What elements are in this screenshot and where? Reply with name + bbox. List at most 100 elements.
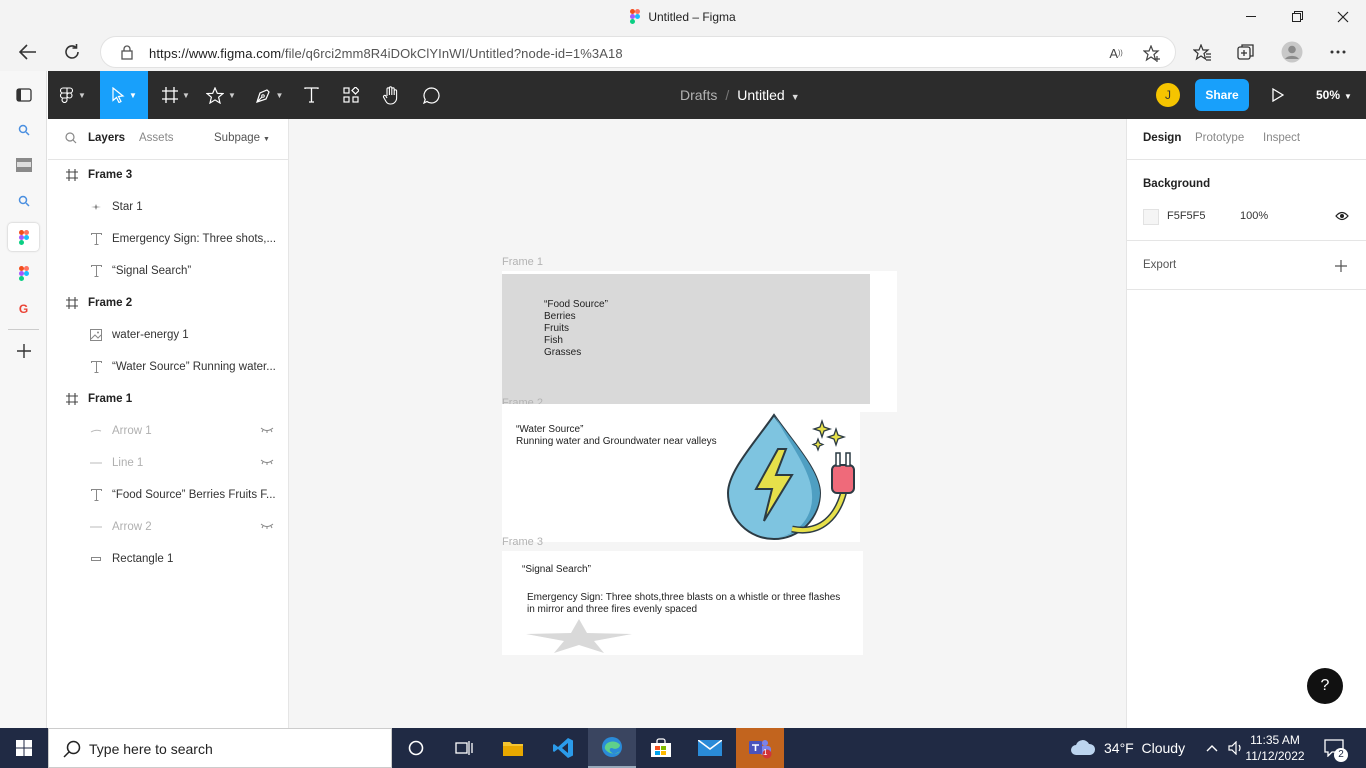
panel-divider <box>1127 159 1366 160</box>
profile-avatar[interactable] <box>1277 37 1307 67</box>
hidden-eye-icon[interactable] <box>260 425 274 437</box>
address-bar[interactable]: https://www.figma.com/file/q6rci2mm8R4iD… <box>100 36 1176 68</box>
hand-tool-button[interactable] <box>376 71 406 119</box>
tab-layers[interactable]: Layers <box>88 132 125 144</box>
add-favorite-icon[interactable] <box>1142 43 1162 63</box>
teams-icon[interactable]: 1 <box>736 728 784 768</box>
search-tab-icon[interactable] <box>8 187 39 215</box>
eye-icon[interactable] <box>1335 210 1349 224</box>
zoom-dropdown[interactable]: 50% ▼ <box>1316 88 1352 102</box>
frame-icon <box>64 295 80 311</box>
background-hex-input[interactable]: F5F5F5 <box>1167 210 1206 222</box>
tab-prototype[interactable]: Prototype <box>1195 132 1244 144</box>
resources-button[interactable] <box>336 71 366 119</box>
search-tab-icon[interactable] <box>8 116 39 144</box>
signal-search-text[interactable]: “Signal Search” <box>522 564 591 576</box>
system-clock[interactable]: 11:35 AM 11/12/2022 <box>1240 732 1310 764</box>
task-view-icon[interactable] <box>440 728 488 768</box>
layer-frame-1[interactable]: Frame 1 <box>48 383 288 415</box>
weather-widget[interactable]: 34°F Cloudy <box>1070 728 1185 768</box>
url-text: https://www.figma.com/file/q6rci2mm8R4iD… <box>149 46 623 61</box>
favorites-icon[interactable] <box>1187 37 1217 67</box>
layer-arrow-1[interactable]: Arrow 1 <box>48 415 288 447</box>
drafts-link[interactable]: Drafts <box>680 87 717 103</box>
notifications-icon[interactable]: 2 <box>1324 728 1348 768</box>
minimize-button[interactable] <box>1228 0 1274 33</box>
close-window-button[interactable] <box>1320 0 1366 33</box>
mail-icon[interactable] <box>686 728 734 768</box>
layer-frame-3[interactable]: Frame 3 <box>48 159 288 191</box>
emergency-sign-text[interactable]: Emergency Sign: Three shots,three blasts… <box>527 592 840 616</box>
browser-titlebar: Untitled – Figma <box>0 0 1366 33</box>
file-name[interactable]: Untitled <box>737 87 784 103</box>
read-aloud-icon[interactable]: A)) <box>1106 43 1126 63</box>
hidden-eye-icon[interactable] <box>260 521 274 533</box>
background-heading: Background <box>1143 178 1211 190</box>
comment-tool-button[interactable] <box>416 71 446 119</box>
move-tool-button[interactable]: ▼ <box>100 71 148 119</box>
show-hidden-icons-chevron[interactable] <box>1206 728 1218 768</box>
search-icon[interactable] <box>65 132 77 147</box>
line-icon <box>88 519 104 535</box>
frame-3[interactable]: “Signal Search” Emergency Sign: Three sh… <box>502 551 863 655</box>
layer-text[interactable]: “Signal Search” <box>48 255 288 287</box>
layer-text[interactable]: “Food Source” Berries Fruits F... <box>48 479 288 511</box>
frame-tool-button[interactable]: ▼ <box>156 71 196 119</box>
text-layer-icon <box>88 359 104 375</box>
layer-text[interactable]: Emergency Sign: Three shots,... <box>48 223 288 255</box>
add-tab-icon[interactable] <box>8 337 39 365</box>
refresh-icon[interactable] <box>57 37 87 67</box>
design-panel: Design Prototype Inspect Background F5F5… <box>1126 119 1366 728</box>
frame-1-label[interactable]: Frame 1 <box>502 256 543 268</box>
figma-tab-icon[interactable] <box>8 223 39 251</box>
share-button[interactable]: Share <box>1195 79 1249 111</box>
frame-3-label[interactable]: Frame 3 <box>502 536 543 548</box>
more-menu-icon[interactable] <box>1323 37 1353 67</box>
star-1[interactable] <box>524 617 634 653</box>
windows-start-icon[interactable] <box>0 728 48 768</box>
food-source-text[interactable]: “Food Source” Berries Fruits Fish Grasse… <box>544 299 608 359</box>
file-explorer-icon[interactable] <box>489 728 537 768</box>
hidden-eye-icon[interactable] <box>260 457 274 469</box>
background-opacity-input[interactable]: 100% <box>1240 210 1268 222</box>
layer-text[interactable]: “Water Source” Running water... <box>48 351 288 383</box>
tab-design[interactable]: Design <box>1143 132 1181 144</box>
water-source-text[interactable]: “Water Source” Running water and Groundw… <box>516 424 717 448</box>
background-color-swatch[interactable] <box>1143 209 1159 225</box>
present-play-icon[interactable] <box>1268 85 1288 105</box>
pen-tool-button[interactable]: ▼ <box>248 71 290 119</box>
text-tool-button[interactable] <box>296 71 326 119</box>
vscode-icon[interactable] <box>539 728 587 768</box>
byu-tab-icon[interactable] <box>8 151 39 179</box>
figma-tab-icon[interactable] <box>8 259 39 287</box>
tab-inspect[interactable]: Inspect <box>1263 132 1300 144</box>
tab-assets[interactable]: Assets <box>139 132 174 144</box>
microsoft-store-icon[interactable] <box>637 728 685 768</box>
edge-browser-icon[interactable] <box>588 728 636 768</box>
layer-arrow-2[interactable]: Arrow 2 <box>48 511 288 543</box>
google-tab-icon[interactable]: G <box>8 295 39 323</box>
layer-line-1[interactable]: Line 1 <box>48 447 288 479</box>
restore-button[interactable] <box>1274 0 1320 33</box>
cortana-icon[interactable] <box>392 728 440 768</box>
add-export-plus-icon[interactable] <box>1335 256 1347 277</box>
tab-actions-icon[interactable] <box>8 81 39 109</box>
water-energy-image[interactable] <box>726 411 858 543</box>
user-avatar[interactable]: J <box>1156 83 1180 107</box>
layer-image[interactable]: water-energy 1 <box>48 319 288 351</box>
sidebar-divider <box>8 329 39 330</box>
help-button[interactable]: ? <box>1307 668 1343 704</box>
taskbar-search-input[interactable]: Type here to search <box>48 728 392 768</box>
frame-1[interactable]: “Food Source” Berries Fruits Fish Grasse… <box>502 271 897 412</box>
collections-icon[interactable] <box>1231 37 1261 67</box>
layer-star-1[interactable]: Star 1 <box>48 191 288 223</box>
shape-tool-button[interactable]: ▼ <box>200 71 242 119</box>
main-menu-button[interactable]: ▼ <box>48 71 98 119</box>
rectangle-icon <box>88 551 104 567</box>
design-canvas[interactable]: Frame 1 “Food Source” Berries Fruits Fis… <box>289 119 1126 728</box>
layer-frame-2[interactable]: Frame 2 <box>48 287 288 319</box>
layer-rectangle-1[interactable]: Rectangle 1 <box>48 543 288 575</box>
back-arrow-icon[interactable] <box>13 37 43 67</box>
chevron-down-icon[interactable]: ▼ <box>791 92 800 102</box>
page-dropdown[interactable]: Subpage ▼ <box>214 132 270 144</box>
